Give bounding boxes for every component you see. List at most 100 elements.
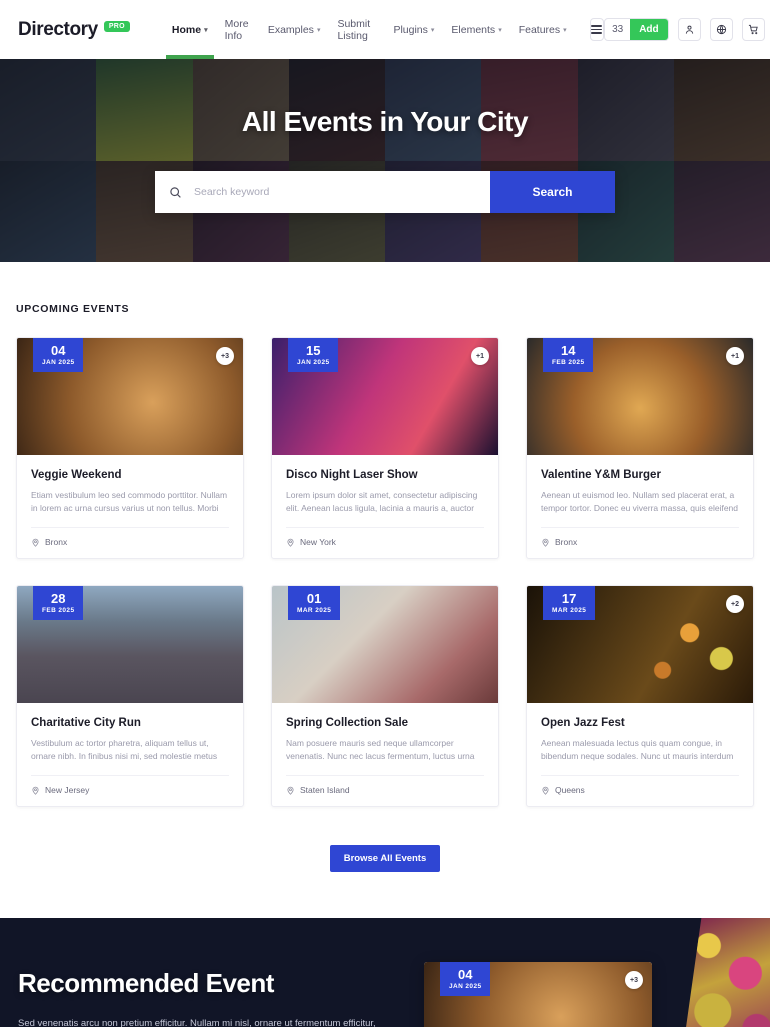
event-image: 15 JAN 2025 +1: [272, 338, 498, 455]
event-date-badge: 01 MAR 2025: [288, 586, 341, 620]
event-date-badge: 17 MAR 2025: [543, 586, 596, 620]
event-day: 28: [51, 591, 66, 606]
event-month-year: FEB 2025: [42, 606, 75, 614]
event-card[interactable]: 04 JAN 2025 +3 Veggie Weekend Etiam vest…: [16, 337, 244, 559]
person-icon: [685, 25, 693, 34]
hero-title: All Events in Your City: [241, 106, 529, 137]
event-extra-count-badge: +2: [726, 595, 744, 613]
event-title: Spring Collection Sale: [286, 717, 409, 729]
event-description: Etiam vestibulum leo sed commodo porttit…: [31, 490, 228, 514]
hamburger-menu-button[interactable]: [589, 18, 605, 41]
search-field-wrapper[interactable]: [155, 171, 490, 213]
globe-icon: [716, 24, 726, 35]
event-location-row: Queens: [541, 775, 739, 806]
event-date-badge: 14 FEB 2025: [543, 338, 594, 372]
recommended-description: Sed venenatis arcu non pretium efficitur…: [18, 1018, 376, 1027]
add-listing-group: 33 Add: [604, 18, 669, 41]
hamburger-menu-icon: [591, 25, 603, 34]
account-button[interactable]: [677, 18, 701, 41]
event-extra-count-badge: +1: [726, 347, 744, 365]
search-button[interactable]: Search: [490, 171, 615, 213]
event-title: Charitative City Run: [31, 717, 141, 729]
recommended-title: Recommended Event: [18, 968, 274, 998]
event-location: Bronx: [45, 537, 68, 547]
event-location: New Jersey: [45, 785, 90, 795]
add-button[interactable]: Add: [630, 19, 668, 40]
event-extra-count-badge: +1: [471, 347, 489, 365]
event-title: Open Jazz Fest: [541, 717, 625, 729]
event-title: Disco Night Laser Show: [286, 469, 418, 481]
event-description: Lorem ipsum dolor sit amet, consectetur …: [286, 490, 478, 514]
hero-banner: All Events in Your City Search: [0, 59, 770, 262]
location-pin-icon: [542, 538, 549, 547]
event-title: Valentine Y&M Burger: [541, 469, 661, 481]
chevron-down-icon: ▾: [316, 26, 321, 34]
nav-item-features[interactable]: Features ▾: [519, 0, 567, 59]
event-date-badge: 15 JAN 2025: [288, 338, 339, 372]
nav-item-examples[interactable]: Examples ▾: [268, 0, 321, 59]
nav-label: Submit Listing: [337, 17, 371, 42]
location-pin-icon: [287, 786, 294, 795]
cart-button[interactable]: [741, 18, 765, 41]
event-month-year: FEB 2025: [552, 358, 585, 366]
event-date-badge: 04 JAN 2025: [33, 338, 84, 372]
event-image: 04 JAN 2025 +3: [17, 338, 243, 455]
event-image: 17 MAR 2025 +2: [527, 586, 753, 703]
recommended-event-card[interactable]: 04 JAN 2025 +3: [424, 962, 652, 1027]
nav-label: Home: [171, 23, 202, 36]
browse-all-events-button[interactable]: Browse All Events: [329, 845, 441, 872]
event-location-row: Bronx: [541, 527, 739, 558]
event-month-year: MAR 2025: [552, 606, 587, 614]
location-pin-icon: [32, 538, 39, 547]
event-image: 28 FEB 2025: [17, 586, 243, 703]
hero-search-bar: Search: [155, 171, 615, 213]
event-card[interactable]: 28 FEB 2025 Charitative City Run Vestibu…: [16, 585, 244, 807]
nav-label: Features: [518, 23, 561, 36]
search-input[interactable]: [194, 186, 476, 198]
event-location-row: New Jersey: [31, 775, 229, 806]
event-month-year: JAN 2025: [42, 358, 75, 366]
location-pin-icon: [542, 786, 549, 795]
event-card[interactable]: 17 MAR 2025 +2 Open Jazz Fest Aenean mal…: [526, 585, 754, 807]
event-day: 01: [306, 591, 322, 606]
event-location: Staten Island: [300, 785, 350, 795]
language-button[interactable]: [709, 18, 733, 41]
event-image: 04 JAN 2025 +3: [424, 962, 652, 1027]
nav-item-home[interactable]: Home ▾: [165, 0, 214, 59]
event-description: Nam posuere mauris sed neque ullamcorper…: [286, 738, 475, 762]
event-extra-count-badge: +3: [216, 347, 234, 365]
chevron-down-icon: ▾: [498, 26, 502, 34]
upcoming-events-section: UPCOMING EVENTS 04 JAN 2025 +3 Veggie We…: [0, 262, 770, 807]
nav-item-elements[interactable]: Elements ▾: [451, 0, 501, 59]
nav-item-more-info[interactable]: More Info: [225, 0, 251, 59]
event-title: Veggie Weekend: [31, 469, 122, 481]
event-card[interactable]: 15 JAN 2025 +1 Disco Night Laser Show Lo…: [271, 337, 499, 559]
event-date-badge: 04 JAN 2025: [440, 962, 491, 996]
event-card[interactable]: 14 FEB 2025 +1 Valentine Y&M Burger Aene…: [526, 337, 754, 559]
nav-label: Plugins: [393, 23, 428, 36]
event-day: 04: [458, 967, 473, 982]
event-location: Queens: [555, 785, 585, 795]
event-day: 04: [51, 343, 66, 358]
event-month-year: JAN 2025: [297, 358, 330, 366]
event-description: Vestibulum ac tortor pharetra, aliquam t…: [31, 738, 218, 762]
event-location-row: Bronx: [31, 527, 229, 558]
event-location: Bronx: [555, 537, 578, 547]
nav-label: Examples: [267, 23, 314, 36]
site-header: Directory PRO Home ▾ More Info Examples …: [0, 0, 770, 59]
section-heading: UPCOMING EVENTS: [16, 303, 130, 315]
event-description: Aenean ut euismod leo. Nullam sed placer…: [541, 490, 739, 514]
nav-item-plugins[interactable]: Plugins ▾: [393, 0, 434, 59]
chevron-down-icon: ▾: [430, 26, 435, 34]
nav-label: Elements: [451, 23, 496, 36]
event-month-year: JAN 2025: [449, 982, 482, 990]
recommended-event-section: Recommended Event Sed venenatis arcu non…: [0, 918, 770, 1027]
event-day: 14: [561, 343, 576, 358]
event-date-badge: 28 FEB 2025: [33, 586, 84, 620]
chevron-down-icon: ▾: [204, 26, 208, 34]
event-extra-count-badge: +3: [625, 971, 643, 989]
nav-item-submit-listing[interactable]: Submit Listing: [337, 0, 376, 59]
browse-all-wrapper: Browse All Events: [0, 807, 770, 918]
site-logo[interactable]: Directory PRO: [18, 19, 130, 41]
event-card[interactable]: 01 MAR 2025 Spring Collection Sale Nam p…: [271, 585, 499, 807]
